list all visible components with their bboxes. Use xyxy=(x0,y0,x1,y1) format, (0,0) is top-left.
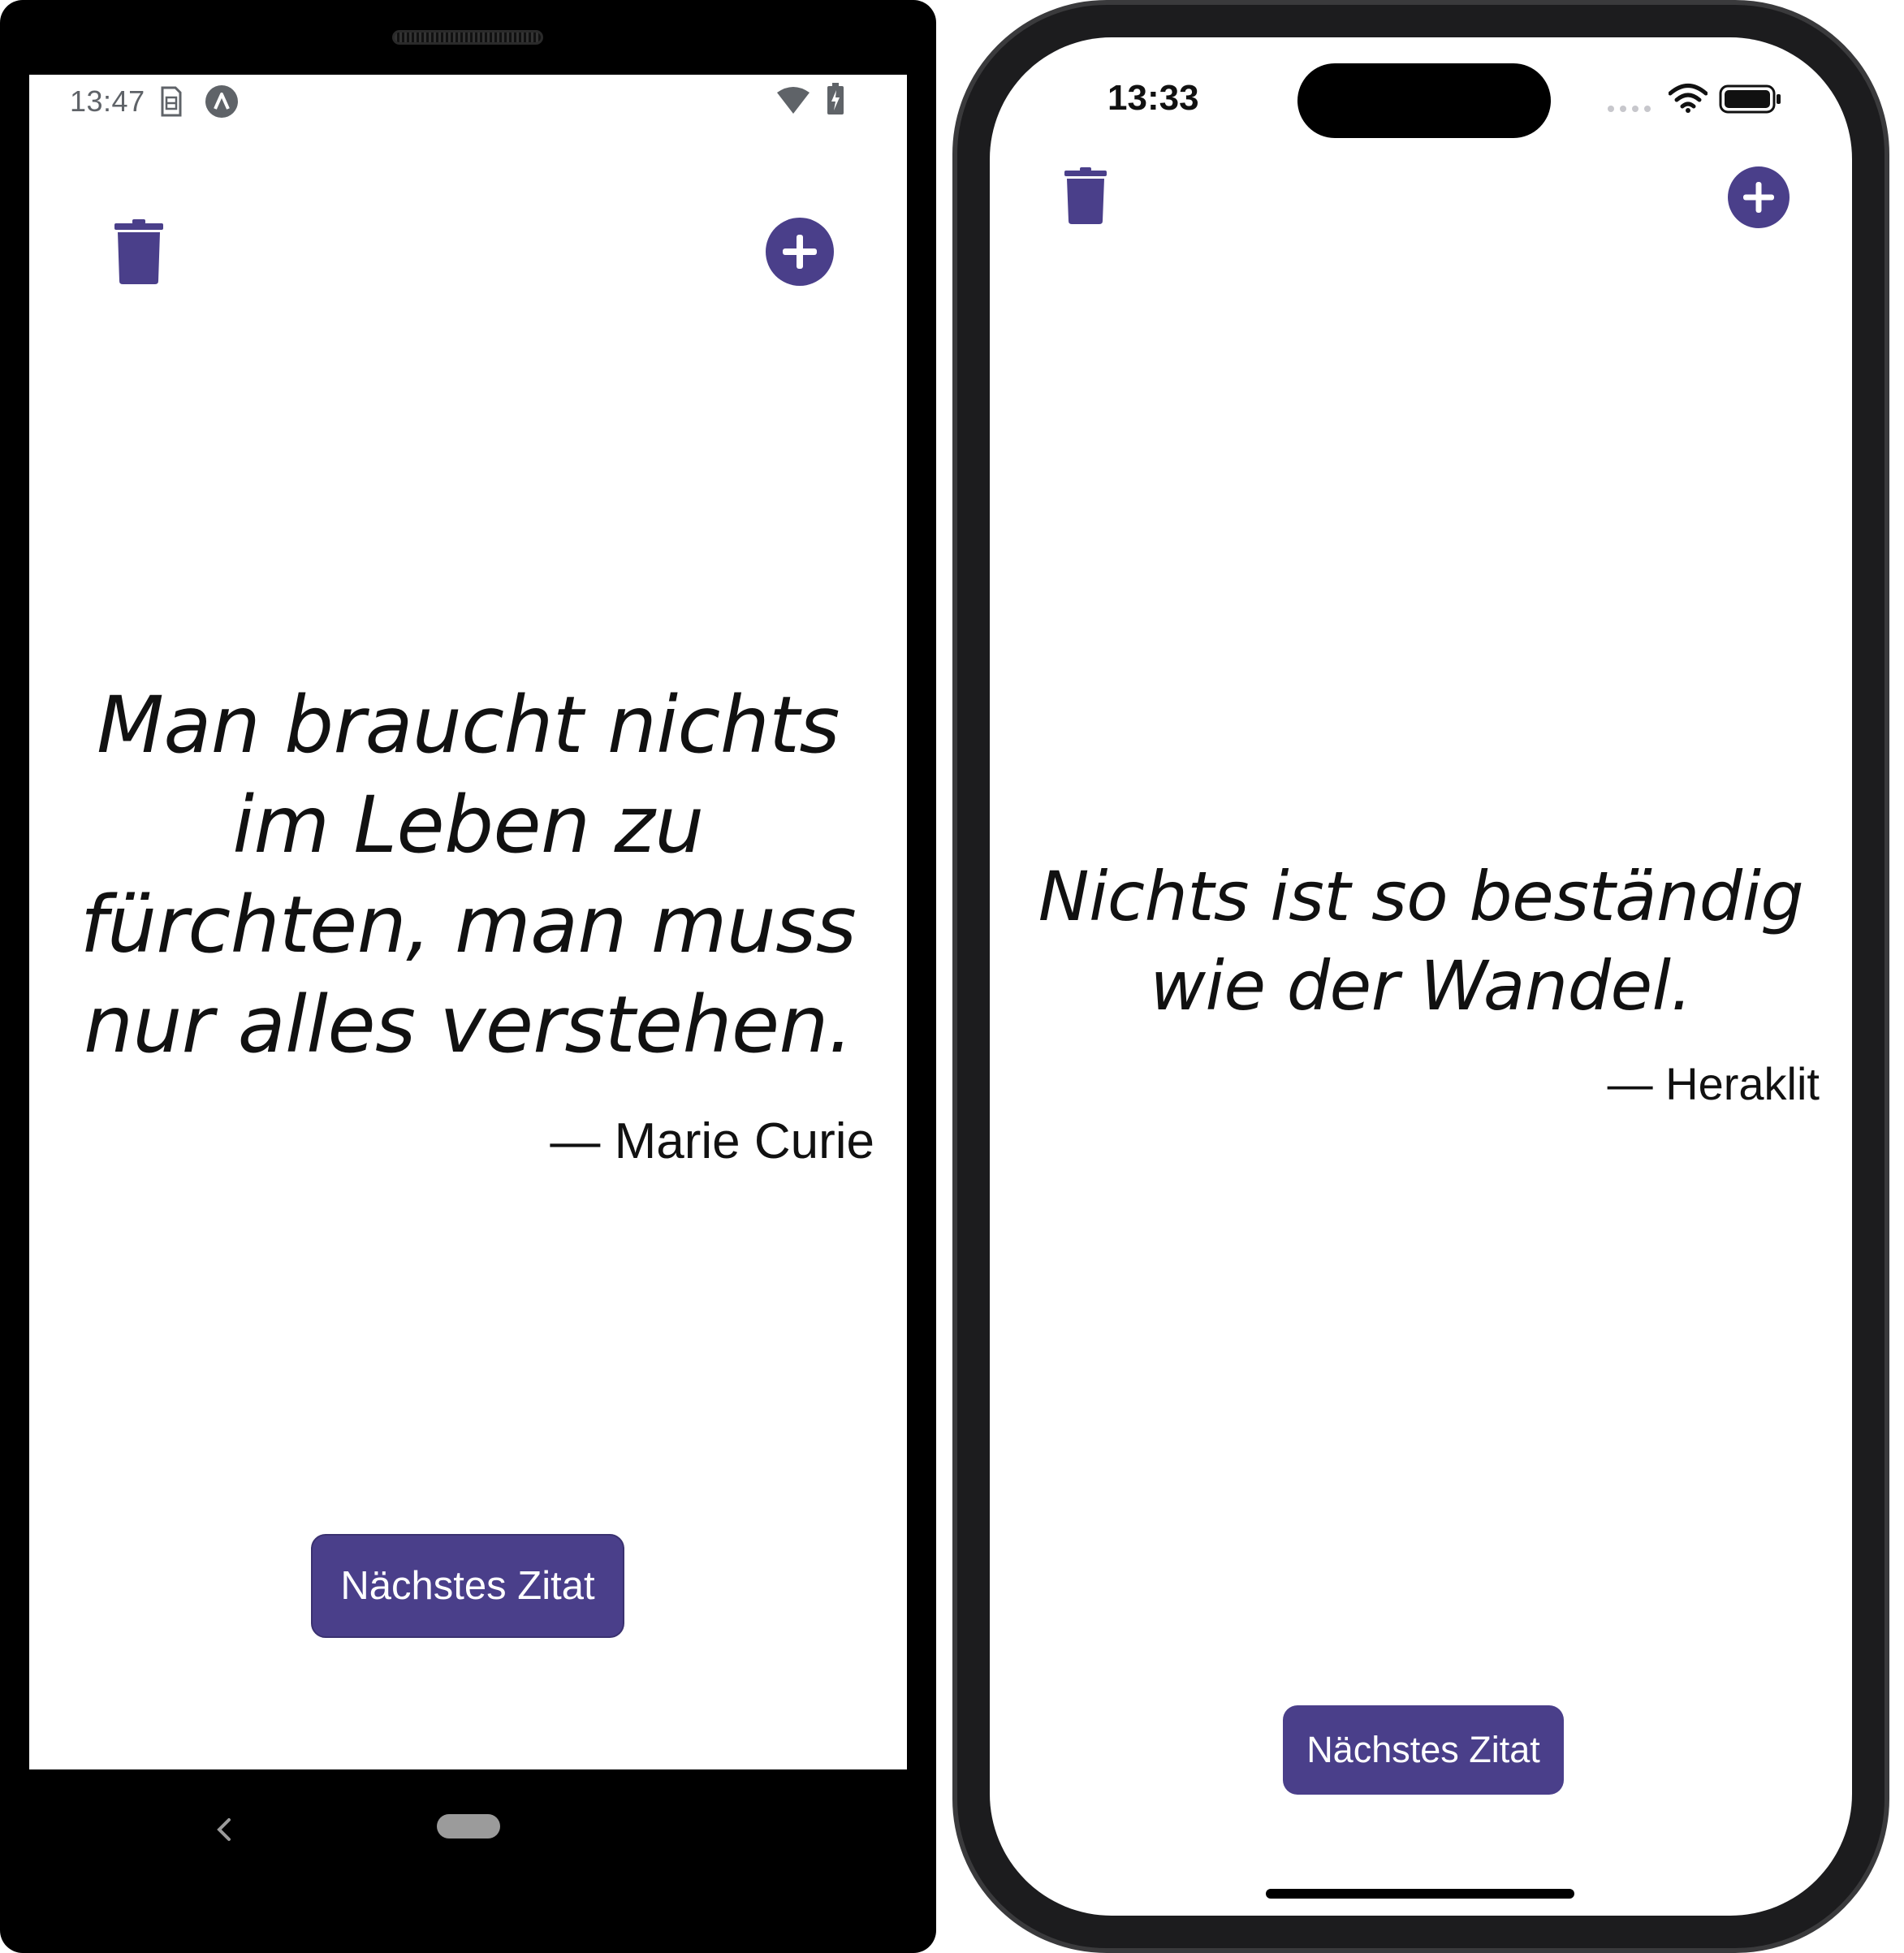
home-indicator[interactable] xyxy=(1266,1889,1574,1899)
home-pill-icon[interactable] xyxy=(437,1814,500,1838)
battery-icon xyxy=(1719,84,1781,114)
android-screen: 13:47 Man braucht nichts im Leben zu für… xyxy=(29,75,907,1769)
quote-text: Nichts ist so beständig wie der Wandel. xyxy=(1038,857,1804,1026)
speaker-grille xyxy=(392,30,543,45)
iphone-screen: 13:33 Nichts ist so beständig wie der Wa… xyxy=(990,37,1852,1916)
quote-author: — Heraklit xyxy=(1607,1058,1820,1109)
battery-charging-icon xyxy=(827,83,844,115)
quote-author: — Marie Curie xyxy=(550,1113,874,1169)
iphone-device-frame: 13:33 Nichts ist so beständig wie der Wa… xyxy=(952,0,1889,1953)
android-status-bar: 13:47 xyxy=(29,75,907,127)
next-quote-button[interactable]: Nächstes Zitat xyxy=(1283,1705,1564,1795)
next-quote-button[interactable]: Nächstes Zitat xyxy=(311,1534,624,1638)
dynamic-island xyxy=(1297,63,1551,138)
wifi-icon xyxy=(1669,84,1708,113)
status-time: 13:47 xyxy=(70,84,145,118)
android-nav-bar xyxy=(0,1769,936,1908)
cellular-signal-icon xyxy=(1608,106,1651,112)
trash-icon[interactable] xyxy=(114,219,163,284)
app-notification-icon xyxy=(205,85,238,118)
trash-icon[interactable] xyxy=(1064,167,1107,224)
quote-text: Man braucht nichts im Leben zu fürchten,… xyxy=(80,680,857,1070)
android-device-frame: 13:47 Man braucht nichts im Leben zu für… xyxy=(0,0,936,1953)
status-time: 13:33 xyxy=(1107,78,1199,118)
back-icon[interactable] xyxy=(213,1812,235,1847)
plus-circle-icon[interactable] xyxy=(1727,166,1790,229)
wifi-icon xyxy=(777,87,810,114)
plus-circle-icon[interactable] xyxy=(765,217,835,287)
sim-icon xyxy=(161,86,182,117)
